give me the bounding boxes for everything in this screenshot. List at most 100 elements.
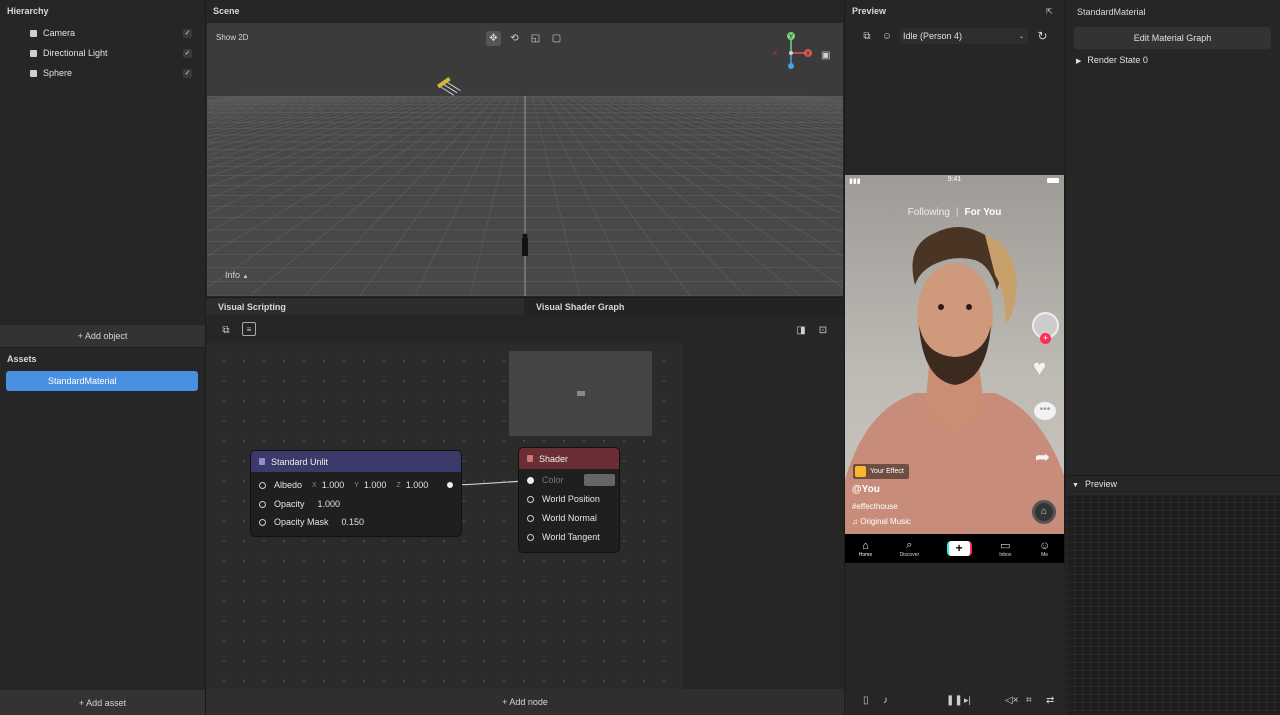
for-you-tab[interactable]: For You: [965, 207, 1002, 218]
minimap-icon[interactable]: ◨: [795, 324, 807, 336]
heart-icon[interactable]: ♥: [1033, 355, 1046, 381]
opacity-value[interactable]: 1.000: [318, 499, 341, 509]
editor-tabs: Visual Scripting Visual Shader Graph: [206, 298, 844, 315]
input-port[interactable]: [527, 533, 534, 541]
shader-input-world-position: World Position: [527, 492, 600, 506]
comment-icon[interactable]: •••: [1034, 402, 1056, 420]
add-asset-button[interactable]: + Add asset: [0, 690, 205, 715]
camera-icon[interactable]: ▣: [821, 50, 830, 61]
albedo-y-value[interactable]: 1.000: [364, 480, 387, 490]
note-icon[interactable]: ≡: [242, 322, 256, 336]
search-icon: ⌕: [906, 539, 913, 551]
popout-icon[interactable]: ⇱: [1046, 7, 1053, 16]
tiktok-icon[interactable]: ♪: [883, 695, 888, 706]
move-tool-icon[interactable]: ✥: [486, 31, 501, 46]
input-port[interactable]: [527, 495, 534, 503]
input-port[interactable]: [259, 500, 266, 508]
create-button[interactable]: +: [946, 541, 972, 556]
add-node-button[interactable]: + Add node: [206, 689, 844, 715]
info-toggle[interactable]: Info ▲: [225, 270, 248, 280]
opacity-label: Opacity: [274, 499, 305, 509]
following-tab[interactable]: Following: [908, 207, 950, 218]
asset-item-standard-material[interactable]: StandardMaterial: [6, 371, 198, 391]
opacity-mask-value[interactable]: 0.150: [342, 517, 365, 527]
battery-icon: [1047, 178, 1059, 183]
profile-icon: ☺: [1038, 539, 1051, 552]
standard-unlit-node[interactable]: Standard Unlit Albedo X 1.000 Y 1.000 Z …: [250, 450, 462, 537]
pause-icon[interactable]: ❚❚: [946, 695, 963, 706]
input-port[interactable]: [527, 514, 534, 522]
opacity-mask-label: Opacity Mask: [274, 517, 329, 527]
hierarchy-item-directional-light[interactable]: Directional Light ✓: [30, 45, 192, 61]
music-row[interactable]: ♫ Original Music: [852, 517, 911, 526]
divider: |: [955, 207, 959, 218]
hierarchy-item-sphere[interactable]: Sphere ✓: [30, 65, 192, 81]
nav-inbox[interactable]: ▭ Inbox: [999, 539, 1011, 558]
material-preview-header[interactable]: ▼ Preview: [1072, 479, 1117, 489]
person-icon[interactable]: ☺: [881, 30, 893, 42]
visibility-checkbox[interactable]: ✓: [183, 48, 192, 58]
rotate-tool-icon[interactable]: ⟲: [507, 31, 522, 46]
music-disc-icon[interactable]: ⌂: [1032, 500, 1056, 524]
follow-plus-icon[interactable]: +: [1040, 333, 1051, 344]
material-preview-grid[interactable]: [1066, 494, 1280, 715]
effect-icon: [855, 466, 866, 477]
shader-input-world-normal: World Normal: [527, 511, 597, 525]
phone-icon[interactable]: ▯: [863, 695, 869, 706]
swap-icon[interactable]: ⇄: [1046, 695, 1054, 706]
edit-material-graph-button[interactable]: Edit Material Graph: [1074, 27, 1271, 49]
color-swatch[interactable]: [583, 474, 615, 486]
hashtag[interactable]: #effecthouse: [852, 502, 898, 511]
scene-viewport[interactable]: Show 2D ✥ ⟲ ◱ ▢ Y X ▣ Info ▲: [207, 23, 843, 296]
material-preview-panel: ▼ Preview: [1066, 476, 1280, 715]
output-port[interactable]: [447, 482, 453, 488]
tab-visual-scripting[interactable]: Visual Scripting: [206, 298, 524, 315]
node-header[interactable]: Standard Unlit: [251, 451, 461, 472]
music-note-icon: ♫: [852, 517, 858, 526]
next-frame-icon[interactable]: ▸|: [964, 695, 971, 706]
svg-text:X: X: [806, 52, 810, 58]
hierarchy-item-camera[interactable]: Camera ✓: [30, 25, 192, 41]
effect-badge-label: Your Effect: [870, 468, 904, 475]
refresh-icon[interactable]: ↻: [1036, 29, 1049, 43]
chevron-down-icon: ▼: [1072, 482, 1079, 489]
your-effect-badge[interactable]: Your Effect: [853, 464, 909, 479]
node-canvas[interactable]: Standard Unlit Albedo X 1.000 Y 1.000 Z …: [206, 343, 683, 689]
axis-label-y: Y: [354, 481, 359, 489]
nav-discover[interactable]: ⌕ Discover: [900, 539, 919, 558]
nav-label: Me: [1041, 551, 1049, 558]
group-icon[interactable]: ⧉: [220, 324, 232, 336]
nav-me[interactable]: ☺ Me: [1039, 540, 1050, 558]
input-port[interactable]: [527, 476, 534, 484]
albedo-x-value[interactable]: 1.000: [322, 480, 345, 490]
visibility-checkbox[interactable]: ✓: [183, 68, 192, 78]
add-object-button[interactable]: + Add object: [0, 325, 205, 347]
tab-visual-shader-graph[interactable]: Visual Shader Graph: [524, 298, 844, 315]
input-port[interactable]: [259, 518, 266, 526]
shader-input-world-tangent: World Tangent: [527, 530, 600, 544]
username[interactable]: @You: [852, 484, 880, 495]
fit-view-icon[interactable]: ⊡: [817, 324, 829, 336]
opacity-mask-row: Opacity Mask 0.150: [259, 515, 364, 529]
copy-icon[interactable]: ⧉: [861, 30, 873, 42]
properties-panel: StandardMaterial Edit Material Graph ▶ Re…: [1066, 0, 1280, 475]
cube-icon: [30, 49, 37, 57]
crop-icon[interactable]: ⌗: [1026, 695, 1032, 706]
chevron-right-icon: ▶: [1076, 58, 1082, 65]
preview-person-select[interactable]: Idle (Person 4) ⌄: [900, 28, 1028, 44]
albedo-row: Albedo X 1.000 Y 1.000 Z 1.000: [259, 478, 428, 492]
rect-tool-icon[interactable]: ▢: [549, 31, 564, 46]
shader-node[interactable]: Shader Color World Position World Normal…: [518, 447, 620, 553]
show-2d-toggle[interactable]: Show 2D: [216, 33, 248, 42]
albedo-z-value[interactable]: 1.000: [406, 480, 429, 490]
render-state-row[interactable]: ▶ Render State 0: [1076, 55, 1148, 65]
nav-label: Inbox: [999, 552, 1012, 558]
nav-home[interactable]: ⌂ Home: [859, 540, 872, 558]
input-port[interactable]: [259, 481, 266, 489]
node-header[interactable]: Shader: [519, 448, 619, 469]
axis-gizmo[interactable]: Y X: [770, 31, 820, 73]
mute-icon[interactable]: ◁×: [1005, 695, 1019, 706]
share-icon[interactable]: ➦: [1035, 447, 1050, 468]
scale-tool-icon[interactable]: ◱: [528, 31, 543, 46]
visibility-checkbox[interactable]: ✓: [183, 28, 192, 38]
